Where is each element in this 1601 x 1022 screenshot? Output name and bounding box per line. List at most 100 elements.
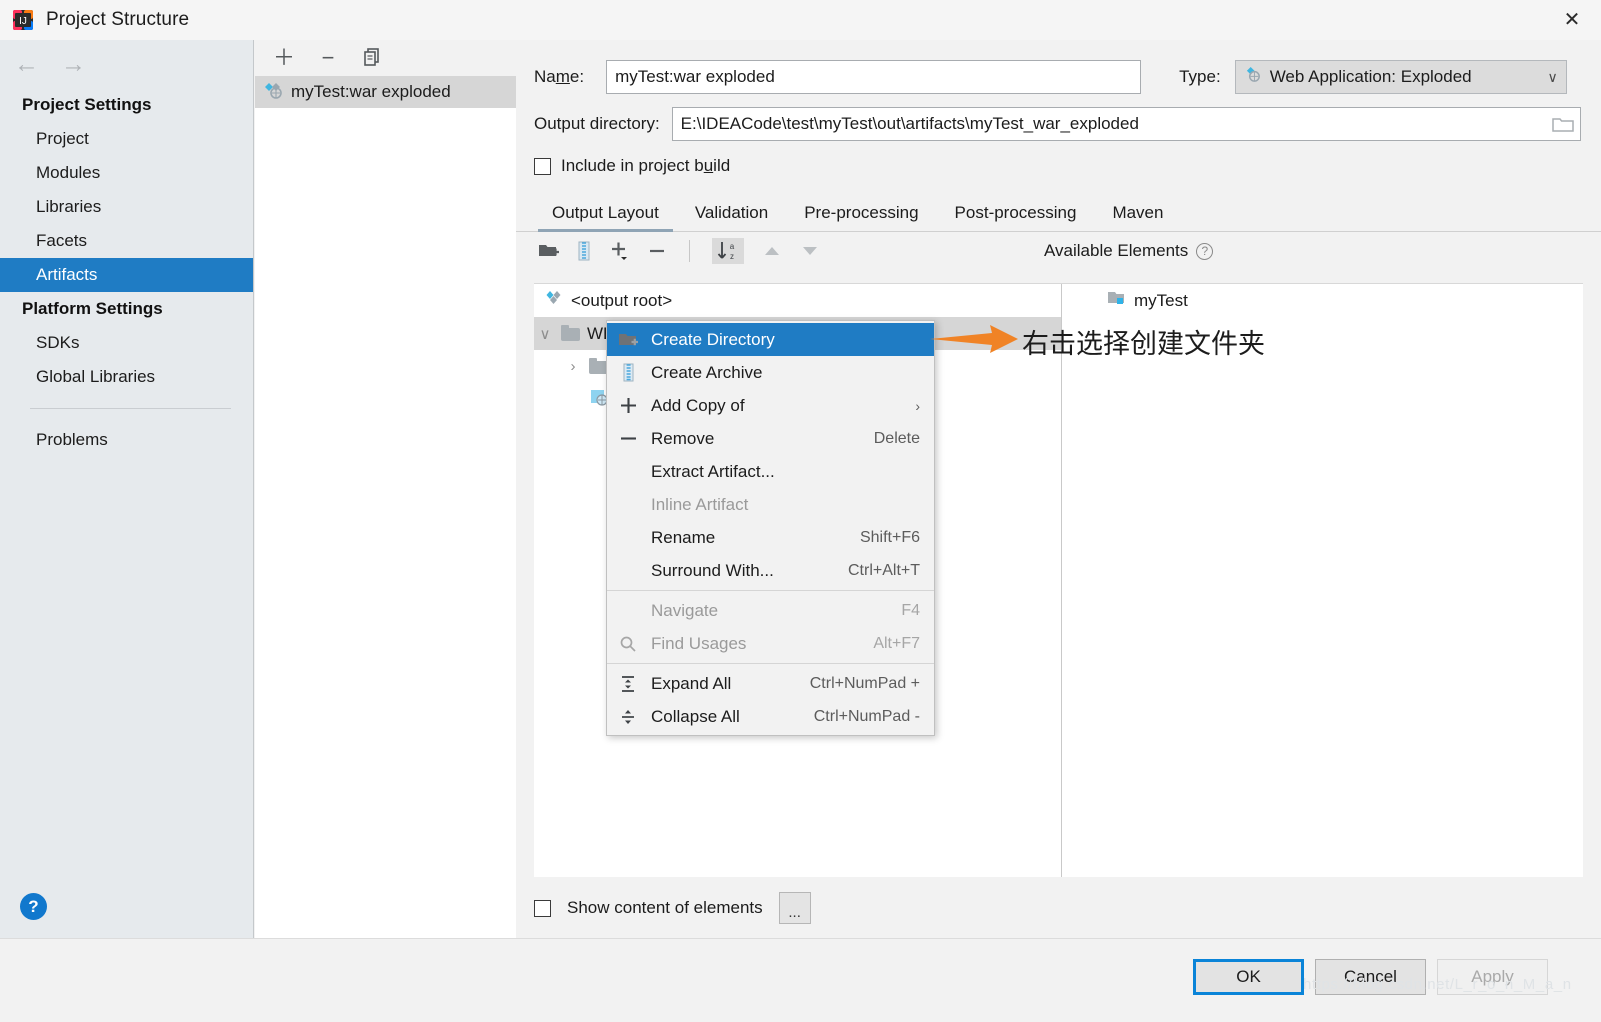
available-elements-label: Available Elements [1044, 241, 1189, 260]
type-dropdown[interactable]: Web Application: Exploded ∨ [1234, 60, 1567, 94]
browse-folder-icon[interactable] [1552, 115, 1574, 133]
output-layout-toolbar: a z Available Elements ? [516, 232, 1601, 270]
show-content-options-button[interactable]: ... [778, 892, 811, 924]
menu-item-shortcut: Ctrl+Alt+T [847, 561, 920, 579]
tab-post-processing[interactable]: Post-processing [937, 203, 1095, 231]
artifact-label: myTest:war exploded [291, 82, 451, 101]
menu-item-expand-all[interactable]: Expand All Ctrl+NumPad + [607, 667, 934, 700]
output-directory-input[interactable]: E:\IDEACode\test\myTest\out\artifacts\my… [671, 107, 1581, 141]
help-icon[interactable]: ? [20, 893, 47, 920]
create-directory-icon [617, 331, 639, 349]
forward-icon[interactable]: → [61, 51, 86, 77]
expand-all-icon [617, 675, 639, 693]
move-down-button[interactable] [800, 244, 820, 258]
intellij-idea-icon: IJ [12, 9, 34, 31]
create-directory-button[interactable] [538, 242, 559, 260]
add-copy-button[interactable] [609, 241, 629, 261]
table-row[interactable]: myTest [1062, 284, 1583, 317]
include-in-build-checkbox[interactable] [534, 157, 551, 175]
menu-item-navigate: Navigate F4 [607, 594, 934, 627]
sidebar-item-artifacts[interactable]: Artifacts [0, 258, 253, 292]
menu-item-label: Collapse All [651, 706, 740, 726]
table-row[interactable]: <output root> [534, 284, 1061, 317]
menu-item-shortcut: Alt+F7 [873, 634, 920, 652]
menu-item-shortcut: Shift+F6 [859, 528, 920, 546]
plus-icon [617, 396, 639, 415]
sort-button[interactable]: a z [712, 238, 744, 264]
menu-item-add-copy-of[interactable]: Add Copy of › [607, 389, 934, 422]
remove-button[interactable] [647, 241, 667, 261]
artifact-root-icon [544, 290, 564, 311]
search-icon [617, 635, 639, 653]
output-directory-label: Output directory: [534, 114, 660, 133]
sidebar-item-global-libraries[interactable]: Global Libraries [0, 360, 253, 394]
menu-item-shortcut: Ctrl+NumPad - [813, 707, 920, 725]
navigation-arrows: ← → [0, 40, 253, 88]
tab-output-layout[interactable]: Output Layout [534, 203, 677, 232]
sidebar-divider [30, 408, 231, 409]
sidebar-item-modules[interactable]: Modules [0, 156, 253, 190]
tab-maven[interactable]: Maven [1094, 203, 1181, 231]
help-question-icon[interactable]: ? [1196, 242, 1214, 260]
output-layout-context-menu: Create Directory Create Archive Add Copy… [606, 320, 935, 736]
artifacts-list-panel: ＋ − myTest:war exploded [255, 40, 516, 938]
sidebar-section-platform-settings: Platform Settings [22, 299, 163, 318]
list-item[interactable]: myTest:war exploded [255, 76, 516, 108]
move-up-button[interactable] [762, 244, 782, 258]
menu-item-collapse-all[interactable]: Collapse All Ctrl+NumPad - [607, 700, 934, 733]
menu-item-label: Surround With... [651, 560, 774, 580]
show-content-checkbox[interactable] [534, 899, 551, 917]
menu-item-find-usages: Find Usages Alt+F7 [607, 627, 934, 660]
sidebar-item-sdks[interactable]: SDKs [0, 326, 253, 360]
sidebar-item-problems[interactable]: Problems [0, 423, 253, 457]
create-archive-icon [617, 363, 639, 382]
menu-item-create-archive[interactable]: Create Archive [607, 356, 934, 389]
menu-item-label: Expand All [651, 673, 732, 693]
name-input[interactable]: myTest:war exploded [606, 60, 1142, 94]
name-label: Name: [534, 67, 585, 86]
sidebar-item-facets[interactable]: Facets [0, 224, 253, 258]
sidebar-item-project[interactable]: Project [0, 122, 253, 156]
tab-validation[interactable]: Validation [677, 203, 786, 231]
type-value: Web Application: Exploded [1269, 67, 1472, 86]
menu-item-extract-artifact[interactable]: Extract Artifact... [607, 455, 934, 488]
chevron-down-icon[interactable]: ∨ [536, 325, 554, 343]
type-label: Type: [1179, 67, 1221, 86]
close-icon[interactable]: ✕ [1543, 0, 1601, 40]
sidebar-item-libraries[interactable]: Libraries [0, 190, 253, 224]
menu-item-create-directory[interactable]: Create Directory [607, 323, 934, 356]
tree-item-label: <output root> [571, 290, 673, 310]
available-elements-tree[interactable]: myTest [1062, 284, 1583, 877]
module-icon [1107, 290, 1127, 311]
menu-item-surround-with[interactable]: Surround With... Ctrl+Alt+T [607, 554, 934, 587]
web-application-icon [1244, 66, 1263, 88]
menu-separator [607, 663, 934, 664]
menu-item-shortcut: Ctrl+NumPad + [809, 674, 920, 692]
annotation-arrow-icon [930, 325, 1018, 353]
toolbar-separator [689, 240, 690, 262]
remove-artifact-button[interactable]: − [317, 47, 339, 69]
chevron-right-icon[interactable]: › [564, 358, 582, 375]
tab-pre-processing[interactable]: Pre-processing [786, 203, 936, 231]
create-archive-button[interactable] [577, 241, 591, 261]
menu-item-rename[interactable]: Rename Shift+F6 [607, 521, 934, 554]
menu-item-label: Add Copy of [651, 395, 745, 415]
menu-item-label: Rename [651, 527, 716, 547]
copy-artifact-button[interactable] [361, 46, 383, 70]
title-bar: IJ Project Structure ✕ [0, 0, 1601, 40]
menu-item-label: Extract Artifact... [651, 461, 775, 481]
menu-item-remove[interactable]: Remove Delete [607, 422, 934, 455]
tree-item-label: myTest [1134, 290, 1188, 310]
back-icon[interactable]: ← [14, 51, 39, 77]
svg-text:IJ: IJ [19, 16, 27, 27]
project-structure-dialog: IJ Project Structure ✕ ← → Project Setti… [0, 0, 1601, 1022]
ok-button[interactable]: OK [1193, 959, 1304, 995]
artifact-icon [263, 81, 283, 104]
minus-icon [617, 429, 639, 448]
collapse-all-icon [617, 708, 639, 726]
show-content-row: Show content of elements ... [534, 878, 1583, 938]
include-in-build-row[interactable]: Include in project build [516, 146, 1601, 186]
menu-separator [607, 590, 934, 591]
menu-item-shortcut: Delete [873, 429, 920, 447]
add-artifact-button[interactable]: ＋ [273, 47, 295, 69]
